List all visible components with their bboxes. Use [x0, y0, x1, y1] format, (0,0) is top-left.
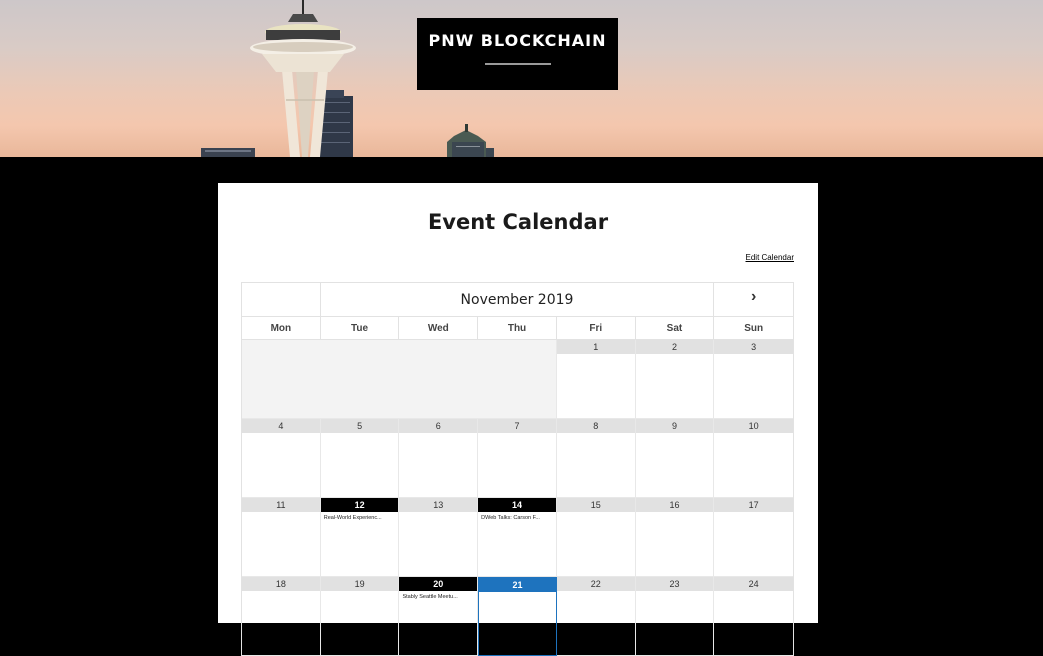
day-cell[interactable]: 5	[320, 419, 400, 498]
event-link[interactable]: DWeb Talks: Carson F...	[478, 512, 556, 521]
event-calendar: November 2019 › Mon Tue Wed Thu Fri Sat …	[241, 282, 794, 656]
calendar-header: November 2019 ›	[242, 283, 793, 317]
day-cell-with-event[interactable]: 12 Real-World Experienc...	[320, 498, 400, 577]
event-link[interactable]: Stably Seattle Meetu...	[399, 591, 477, 600]
day-number: 11	[242, 498, 320, 512]
weekday-label: Wed	[399, 317, 479, 339]
day-number: 9	[635, 419, 714, 433]
day-number: 10	[714, 419, 794, 433]
day-cell[interactable]: 16	[635, 498, 715, 577]
weekday-label: Sat	[636, 317, 715, 339]
site-title[interactable]: PNW BLOCKCHAIN	[428, 31, 606, 50]
day-number: 21	[479, 578, 556, 592]
weekday-label: Tue	[321, 317, 400, 339]
day-number: 7	[478, 419, 556, 433]
next-month-button[interactable]: ›	[714, 283, 793, 316]
edit-calendar-link[interactable]: Edit Calendar	[746, 253, 794, 262]
day-number: 4	[242, 419, 320, 433]
weekday-label: Mon	[242, 317, 321, 339]
title-divider	[484, 63, 551, 65]
empty-day-cell	[320, 340, 400, 419]
empty-day-cell	[242, 340, 321, 419]
day-cell[interactable]: 13	[399, 498, 479, 577]
page-title: Event Calendar	[427, 210, 609, 234]
empty-day-cell	[478, 340, 557, 419]
day-number: 19	[320, 577, 399, 591]
day-cell[interactable]: 23	[635, 577, 715, 656]
day-cell[interactable]: 6	[399, 419, 479, 498]
day-cell-with-event[interactable]: 20 Stably Seattle Meetu...	[399, 577, 479, 656]
day-cell[interactable]: 4	[242, 419, 321, 498]
day-cell[interactable]: 19	[320, 577, 400, 656]
day-cell[interactable]: 24	[714, 577, 794, 656]
day-cell[interactable]: 22	[556, 577, 636, 656]
day-cell[interactable]: 9	[635, 419, 715, 498]
day-cell[interactable]: 18	[242, 577, 321, 656]
calendar-week: 18 19 20 Stably Seattle Meetu... 21 22 2…	[242, 577, 794, 656]
day-cell[interactable]: 17	[714, 498, 794, 577]
day-number: 18	[242, 577, 320, 591]
day-number: 3	[714, 340, 794, 354]
day-cell-today[interactable]: 21	[478, 577, 557, 656]
calendar-week: 1 2 3	[242, 340, 794, 419]
weekday-label: Fri	[557, 317, 636, 339]
prev-month-cell	[242, 283, 321, 316]
calendar-week: 11 12 Real-World Experienc... 13 14 DWeb…	[242, 498, 794, 577]
chevron-right-icon: ›	[750, 287, 757, 305]
day-number: 15	[556, 498, 635, 512]
weekday-label: Sun	[744, 322, 764, 334]
day-number: 12	[320, 498, 399, 512]
day-cell[interactable]: 8	[556, 419, 636, 498]
day-number: 22	[556, 577, 635, 591]
weekday-label: Thu	[478, 317, 557, 339]
hero-banner: PNW BLOCKCHAIN	[0, 0, 1043, 157]
day-number: 2	[635, 340, 714, 354]
day-number: 17	[714, 498, 794, 512]
empty-day-cell	[399, 340, 479, 419]
day-number: 23	[635, 577, 714, 591]
month-title: November 2019	[321, 283, 715, 316]
event-link[interactable]: Real-World Experienc...	[321, 512, 399, 521]
day-number: 14	[478, 498, 556, 512]
day-number: 5	[320, 419, 399, 433]
day-cell[interactable]: 10	[714, 419, 794, 498]
day-number: 1	[556, 340, 635, 354]
day-cell[interactable]: 15	[556, 498, 636, 577]
day-number: 6	[399, 419, 478, 433]
day-number: 8	[556, 419, 635, 433]
day-cell[interactable]: 11	[242, 498, 321, 577]
day-cell[interactable]: 1	[556, 340, 636, 419]
day-cell[interactable]: 2	[635, 340, 715, 419]
weekday-header-row: Mon Tue Wed Thu Fri Sat Sun	[242, 317, 793, 340]
day-cell[interactable]: 3	[714, 340, 794, 419]
day-cell[interactable]: 7	[478, 419, 557, 498]
day-number: 20	[399, 577, 478, 591]
day-number: 24	[714, 577, 794, 591]
day-cell-with-event[interactable]: 14 DWeb Talks: Carson F...	[478, 498, 557, 577]
day-number: 16	[635, 498, 714, 512]
site-title-box[interactable]: PNW BLOCKCHAIN	[417, 18, 618, 90]
content-card: Event Calendar Edit Calendar November 20…	[218, 183, 818, 656]
calendar-week: 4 5 6 7 8 9 10	[242, 419, 794, 498]
day-number: 13	[399, 498, 478, 512]
